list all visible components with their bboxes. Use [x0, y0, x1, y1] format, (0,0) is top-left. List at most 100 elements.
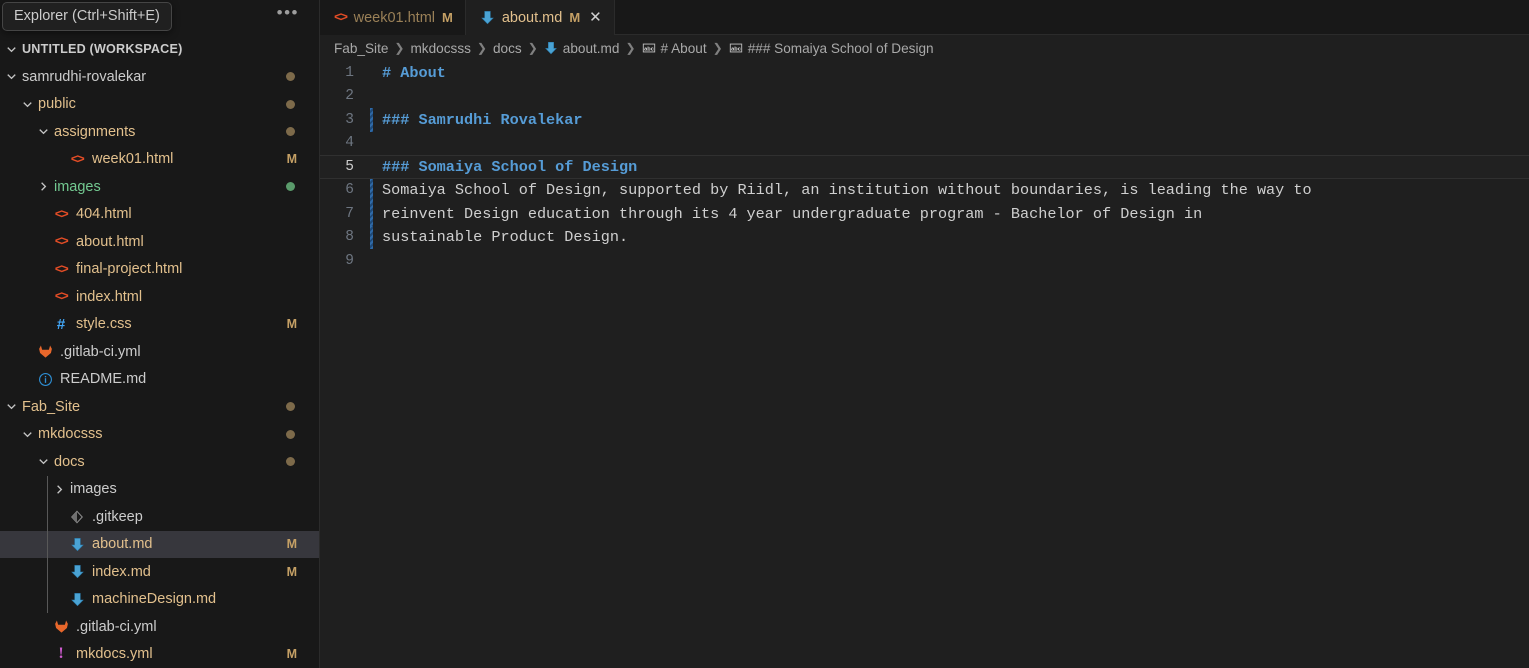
tree-file-row[interactable]: .gitlab-ci.yml — [0, 338, 319, 366]
tab-bar: <> week01.html Mabout.md M ✕ — [320, 0, 1529, 35]
gitkeep-file-icon — [68, 510, 86, 524]
code-line[interactable]: 6 Somaiya School of Design, supported by … — [320, 178, 1529, 202]
breadcrumb-label: Fab_Site — [334, 40, 389, 56]
breadcrumb-item[interactable]: mkdocsss — [408, 41, 472, 56]
chevron-down-icon[interactable] — [36, 124, 51, 139]
code-line[interactable]: 3 ### Samrudhi Rovalekar — [320, 108, 1529, 132]
git-status-dot — [286, 72, 295, 82]
tree-folder-row[interactable]: Fab_Site — [0, 393, 319, 421]
diff-gutter-marker — [370, 225, 373, 249]
breadcrumb-separator-icon: ❯ — [625, 41, 636, 55]
markdown-file-icon — [68, 592, 86, 607]
code-token: sustainable Product Design. — [382, 228, 629, 247]
tree-item-label: index.md — [92, 563, 151, 580]
close-icon[interactable]: ✕ — [589, 10, 602, 25]
tree-file-row[interactable]: <> week01.html M — [0, 146, 319, 174]
tree-item-label: machineDesign.md — [92, 591, 217, 608]
tree-item-label: index.html — [76, 288, 143, 305]
code-line[interactable]: 8 sustainable Product Design. — [320, 225, 1529, 249]
breadcrumb-label: mkdocsss — [410, 40, 471, 56]
svg-text:abc: abc — [731, 46, 741, 52]
chevron-down-icon[interactable] — [4, 69, 19, 84]
tree-folder-row[interactable]: assignments — [0, 118, 319, 146]
readme-file-icon — [36, 372, 54, 387]
chevron-down-icon[interactable] — [4, 399, 19, 414]
file-tree: UNTITLED (WORKSPACE) samrudhi-rovalekar pu… — [0, 35, 319, 668]
gitlab-icon — [54, 620, 68, 633]
breadcrumb-item[interactable]: abc # About — [640, 41, 709, 56]
workspace-root-row[interactable]: UNTITLED (WORKSPACE) — [0, 35, 319, 63]
tree-folder-row[interactable]: samrudhi-rovalekar — [0, 63, 319, 91]
git-status-badge: M — [286, 564, 297, 579]
tree-folder-row[interactable]: images — [0, 173, 319, 201]
code-line[interactable]: 5 ### Somaiya School of Design — [320, 155, 1529, 179]
code-token: Somaiya School of Design, supported by R… — [382, 181, 1312, 200]
code-line[interactable]: 4 — [320, 132, 1529, 156]
git-status-dot — [286, 182, 295, 192]
code-line[interactable]: 2 — [320, 85, 1529, 109]
breadcrumb-separator-icon: ❯ — [712, 41, 723, 55]
breadcrumb-item[interactable]: Fab_Site — [332, 41, 390, 56]
gitlab-file-icon — [52, 619, 70, 634]
tree-folder-row[interactable]: public — [0, 91, 319, 119]
chevron-right-icon[interactable] — [36, 179, 51, 194]
git-status-dot — [286, 99, 295, 109]
breadcrumb-item[interactable]: docs — [491, 41, 524, 56]
info-icon — [38, 372, 52, 386]
git-status-dot — [286, 429, 295, 439]
html-file-icon: <> — [54, 206, 69, 222]
line-number: 1 — [345, 64, 354, 81]
tree-item-label: 404.html — [76, 206, 132, 223]
code-line[interactable]: 1 # About — [320, 61, 1529, 85]
tree-folder-row[interactable]: docs — [0, 448, 319, 476]
tree-indent-guide — [47, 475, 48, 613]
git-status-badge: M — [286, 152, 297, 167]
code-line-text: sustainable Product Design. — [364, 228, 628, 246]
tree-item-label: images — [70, 481, 117, 498]
tree-file-row[interactable]: <> 404.html — [0, 201, 319, 229]
svg-text:abc: abc — [644, 46, 654, 52]
code-editor[interactable]: 1 # About 2 3 ### Samrudhi Rovalekar 4 5 ### So… — [320, 61, 1529, 668]
tree-file-row[interactable]: # style.css M — [0, 311, 319, 339]
markdown-icon — [481, 11, 494, 25]
chevron-down-icon[interactable] — [20, 97, 35, 112]
breadcrumb-separator-icon: ❯ — [527, 41, 538, 55]
line-number: 8 — [345, 229, 354, 246]
code-line-text: Somaiya School of Design, supported by R… — [364, 181, 1312, 199]
workspace-label: UNTITLED (WORKSPACE) — [22, 42, 183, 56]
line-number: 6 — [345, 182, 354, 199]
code-line[interactable]: 7 reinvent Design education through its 4… — [320, 202, 1529, 226]
tree-file-row[interactable]: <> final-project.html — [0, 256, 319, 284]
editor-tab[interactable]: about.md M ✕ — [465, 0, 615, 35]
line-number: 2 — [345, 88, 354, 105]
chevron-down-icon[interactable] — [4, 42, 19, 57]
tree-item-label: assignments — [54, 123, 136, 140]
tree-file-row[interactable]: ! mkdocs.yml M — [0, 641, 319, 668]
tree-file-row[interactable]: README.md — [0, 366, 319, 394]
markdown-icon — [480, 10, 495, 25]
chevron-down-icon[interactable] — [20, 427, 35, 442]
breadcrumb-item[interactable]: abc ### Somaiya School of Design — [727, 41, 936, 56]
code-line[interactable]: 9 — [320, 249, 1529, 273]
line-number: 4 — [345, 135, 354, 152]
breadcrumb-item[interactable]: about.md — [542, 41, 622, 56]
tree-item-label: docs — [54, 453, 85, 470]
git-status-badge: M — [286, 317, 297, 332]
code-line-text: # About — [364, 64, 446, 82]
chevron-down-icon[interactable] — [36, 454, 51, 469]
sidebar-more-actions-icon[interactable]: ••• — [277, 4, 299, 21]
tree-file-row[interactable]: <> index.html — [0, 283, 319, 311]
tree-item-label: samrudhi-rovalekar — [22, 68, 147, 85]
diff-gutter-marker — [370, 202, 373, 226]
breadcrumb-label: # About — [660, 40, 707, 56]
editor-tab[interactable]: <> week01.html M — [320, 0, 466, 35]
markdown-file-icon — [68, 564, 86, 579]
tree-item-label: week01.html — [92, 151, 174, 168]
tree-file-row[interactable]: .gitlab-ci.yml — [0, 613, 319, 641]
chevron-right-icon[interactable] — [52, 482, 67, 497]
tree-folder-row[interactable]: mkdocsss — [0, 421, 319, 449]
tree-file-row[interactable]: <> about.html — [0, 228, 319, 256]
markdown-icon — [544, 42, 557, 55]
tree-item-label: .gitlab-ci.yml — [60, 343, 141, 360]
markdown-icon — [70, 592, 84, 606]
